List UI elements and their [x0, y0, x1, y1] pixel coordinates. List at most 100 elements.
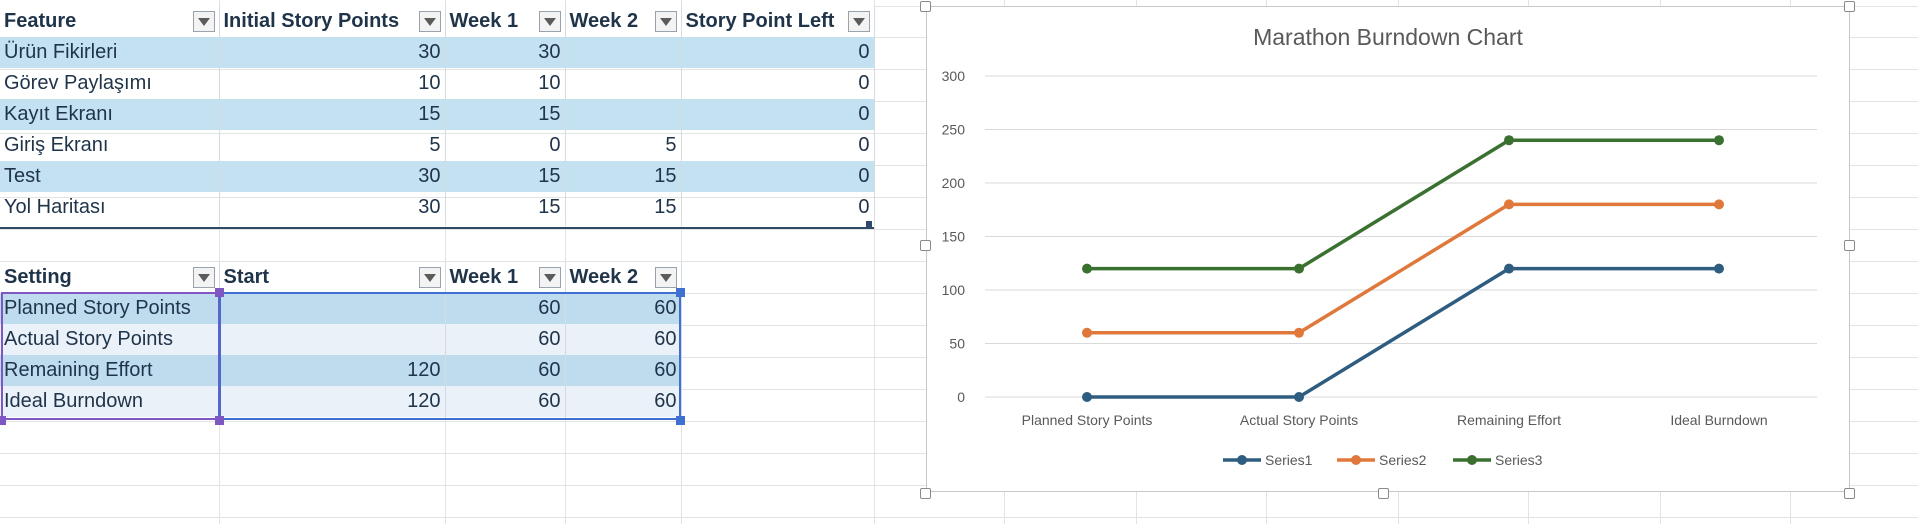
column-header[interactable]: Story Point Left: [681, 6, 875, 37]
table-cell[interactable]: 0: [681, 37, 875, 68]
data-point: [1714, 199, 1724, 210]
chart-resize-handle[interactable]: [920, 488, 931, 499]
column-header[interactable]: Week 2: [565, 6, 682, 37]
x-tick-label: Ideal Burndown: [1670, 412, 1767, 428]
column-header-label: Week 1: [449, 266, 519, 288]
table-cell[interactable]: Test: [0, 161, 220, 192]
y-tick-label: 150: [942, 229, 966, 245]
table-cell[interactable]: 15: [445, 161, 566, 192]
y-tick-label: 100: [942, 282, 966, 298]
table-cell[interactable]: Kayıt Ekranı: [0, 99, 220, 130]
column-header-label: Week 1: [449, 10, 519, 32]
data-point: [1294, 327, 1304, 338]
column-header[interactable]: Week 2: [565, 262, 682, 293]
chart-resize-handle[interactable]: [1844, 1, 1855, 12]
legend-swatch-marker: [1237, 455, 1247, 465]
filter-dropdown-icon[interactable]: [654, 11, 677, 32]
table-cell[interactable]: 10: [219, 68, 446, 99]
table-cell[interactable]: 15: [445, 99, 566, 130]
column-header[interactable]: Start: [219, 262, 446, 293]
table-cell[interactable]: 5: [565, 130, 682, 161]
column-header-label: Story Point Left: [685, 10, 835, 32]
column-header[interactable]: Setting: [0, 262, 220, 293]
column-header-label: Week 2: [569, 10, 639, 32]
column-header[interactable]: Initial Story Points: [219, 6, 446, 37]
range-handle[interactable]: [676, 288, 685, 297]
column-header[interactable]: Week 1: [445, 262, 566, 293]
chart-resize-handle[interactable]: [1378, 488, 1389, 499]
table-row: Kayıt Ekranı 15 15 0: [0, 99, 875, 130]
data-point: [1294, 263, 1304, 274]
table-cell[interactable]: [565, 68, 682, 99]
table-cell[interactable]: 30: [219, 37, 446, 68]
table-cell[interactable]: 30: [445, 37, 566, 68]
table-cell[interactable]: 15: [219, 99, 446, 130]
table-cell[interactable]: 0: [681, 192, 875, 223]
table-cell[interactable]: 0: [445, 130, 566, 161]
legend-label: Series2: [1379, 452, 1427, 468]
values-range-selection[interactable]: [219, 292, 681, 420]
feature-table: Feature Initial Story Points Week 1 Week 2 S…: [0, 6, 875, 223]
legend-label: Series3: [1495, 452, 1543, 468]
table-cell[interactable]: 0: [681, 99, 875, 130]
table-cell[interactable]: 15: [565, 192, 682, 223]
y-tick-label: 0: [957, 389, 965, 405]
data-point: [1082, 392, 1092, 402]
column-header-label: Feature: [4, 10, 77, 32]
chart-resize-handle[interactable]: [920, 240, 931, 251]
filter-dropdown-icon[interactable]: [538, 267, 561, 288]
column-header-label: Week 2: [569, 266, 639, 288]
column-header[interactable]: Week 1: [445, 6, 566, 37]
table-cell[interactable]: 0: [681, 130, 875, 161]
data-point: [1082, 263, 1092, 274]
table-cell[interactable]: 10: [445, 68, 566, 99]
filter-dropdown-icon[interactable]: [654, 267, 677, 288]
x-tick-label: Remaining Effort: [1457, 412, 1561, 428]
range-handle[interactable]: [0, 416, 6, 425]
legend-swatch-marker: [1351, 455, 1361, 465]
chart-resize-handle[interactable]: [1844, 240, 1855, 251]
range-handle[interactable]: [215, 416, 224, 425]
table-row: Yol Haritası 30 15 15 0: [0, 192, 875, 223]
chart-resize-handle[interactable]: [1844, 488, 1855, 499]
filter-dropdown-icon[interactable]: [418, 267, 441, 288]
column-header[interactable]: Feature: [0, 6, 220, 37]
category-range-selection[interactable]: [1, 292, 220, 420]
burndown-chart[interactable]: Marathon Burndown Chart 0 50 100 150 200 250 3…: [926, 6, 1850, 492]
filter-dropdown-icon[interactable]: [418, 11, 441, 32]
range-handle[interactable]: [215, 288, 224, 297]
chart-plot: Marathon Burndown Chart 0 50 100 150 200 250 3…: [942, 24, 1817, 468]
table-cell[interactable]: 0: [681, 161, 875, 192]
table1-resize-handle[interactable]: [866, 221, 872, 227]
column-header-label: Initial Story Points: [223, 10, 400, 32]
table-cell[interactable]: 30: [219, 192, 446, 223]
data-point: [1714, 135, 1724, 146]
filter-dropdown-icon[interactable]: [538, 11, 561, 32]
table-cell[interactable]: [565, 99, 682, 130]
table-cell[interactable]: 30: [219, 161, 446, 192]
table-row: Test 30 15 15 0: [0, 161, 875, 192]
table-cell[interactable]: [565, 37, 682, 68]
table-cell[interactable]: Ürün Fikirleri: [0, 37, 220, 68]
table-cell[interactable]: Giriş Ekranı: [0, 130, 220, 161]
legend-label: Series1: [1265, 452, 1313, 468]
chart-title: Marathon Burndown Chart: [1253, 24, 1523, 50]
table-cell[interactable]: 15: [445, 192, 566, 223]
table-row: Görev Paylaşımı 10 10 0: [0, 68, 875, 99]
table-cell[interactable]: 0: [681, 68, 875, 99]
x-tick-label: Planned Story Points: [1022, 412, 1153, 428]
y-tick-label: 250: [942, 122, 966, 138]
table-cell[interactable]: Yol Haritası: [0, 192, 220, 223]
table-cell[interactable]: Görev Paylaşımı: [0, 68, 220, 99]
column-header-label: Setting: [4, 266, 72, 288]
table-cell[interactable]: 5: [219, 130, 446, 161]
filter-dropdown-icon[interactable]: [847, 11, 870, 32]
filter-dropdown-icon[interactable]: [192, 11, 215, 32]
filter-dropdown-icon[interactable]: [192, 267, 215, 288]
range-handle[interactable]: [676, 416, 685, 425]
legend-swatch-marker: [1467, 455, 1477, 465]
table-cell[interactable]: 15: [565, 161, 682, 192]
data-point: [1294, 392, 1304, 402]
chart-resize-handle[interactable]: [920, 1, 931, 12]
table-row: Giriş Ekranı 5 0 5 0: [0, 130, 875, 161]
